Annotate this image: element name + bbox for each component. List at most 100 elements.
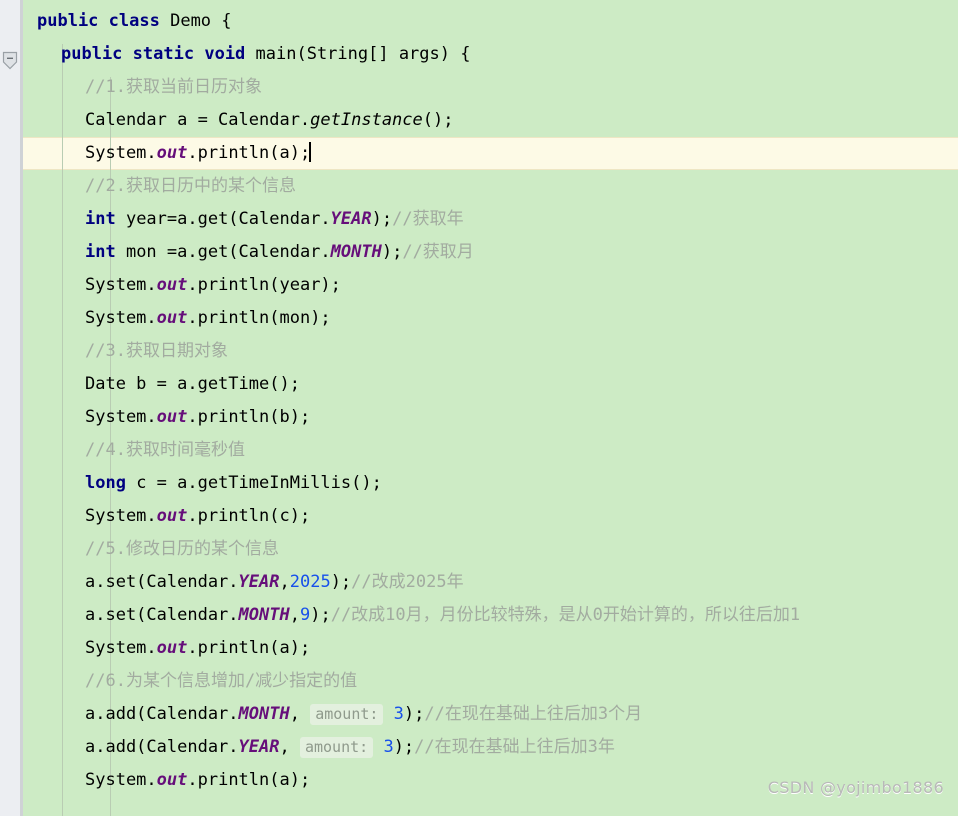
code-text: , — [289, 605, 300, 625]
editor-gutter[interactable] — [0, 0, 20, 816]
code-text: .println(a); — [187, 143, 311, 163]
code-text: a.set(Calendar. — [85, 605, 239, 625]
code-static-field: out — [156, 308, 188, 328]
code-text: System. — [85, 275, 157, 295]
code-text: .println(c); — [187, 506, 311, 526]
code-text: Demo { — [159, 11, 232, 31]
code-line[interactable]: //6.为某个信息增加/减少指定的值 — [23, 665, 958, 698]
code-static-field: YEAR — [330, 209, 372, 229]
code-line[interactable]: public static void main(String[] args) { — [23, 38, 958, 71]
code-static-field: out — [156, 638, 188, 658]
code-line[interactable]: System.out.println(b); — [23, 401, 958, 434]
code-text: System. — [85, 308, 157, 328]
code-static-field: MONTH — [238, 605, 290, 625]
code-text: , — [279, 572, 290, 592]
parameter-hint: amount: — [310, 704, 384, 725]
code-comment: //改成2025年 — [351, 572, 464, 592]
code-text: ); — [330, 572, 352, 592]
code-line[interactable]: System.out.println(c); — [23, 500, 958, 533]
code-comment: //6.为某个信息增加/减少指定的值 — [85, 671, 358, 691]
code-static-field: MONTH — [330, 242, 382, 262]
code-text: System. — [85, 143, 157, 163]
code-line[interactable]: System.out.println(year); — [23, 269, 958, 302]
code-static-field: out — [156, 275, 188, 295]
code-static-method: getInstance — [310, 110, 423, 130]
code-static-field: MONTH — [238, 704, 290, 724]
code-static-field: out — [156, 143, 188, 163]
code-line[interactable]: long c = a.getTimeInMillis(); — [23, 467, 958, 500]
code-static-field: out — [156, 407, 188, 427]
code-keyword: public — [61, 44, 123, 64]
code-text: System. — [85, 506, 157, 526]
code-line[interactable]: System.out.println(a); — [23, 137, 958, 170]
code-line[interactable]: //4.获取时间毫秒值 — [23, 434, 958, 467]
code-line[interactable]: a.set(Calendar.YEAR,2025);//改成2025年 — [23, 566, 958, 599]
code-line[interactable]: Calendar a = Calendar.getInstance(); — [23, 104, 958, 137]
code-line[interactable]: //1.获取当前日历对象 — [23, 71, 958, 104]
code-text: ); — [403, 704, 425, 724]
code-keyword: public — [37, 11, 99, 31]
parameter-hint: amount: — [299, 737, 374, 758]
code-comment: //3.获取日期对象 — [85, 341, 228, 361]
code-line[interactable]: a.add(Calendar.MONTH, amount: 3);//在现在基础… — [23, 698, 958, 731]
code-number: 9 — [299, 605, 311, 625]
code-line[interactable]: public class Demo { — [23, 5, 958, 38]
code-comment: //在现在基础上往后加3个月 — [424, 704, 643, 724]
code-line[interactable]: System.out.println(a); — [23, 632, 958, 665]
code-editor[interactable]: public class Demo {public static void ma… — [0, 0, 958, 816]
code-keyword: void — [204, 44, 246, 64]
code-text: .println(mon); — [187, 308, 331, 328]
code-text: a.set(Calendar. — [85, 572, 239, 592]
code-text: .println(a); — [187, 770, 311, 790]
code-text: main(String[] args) { — [245, 44, 471, 64]
code-text: a.add(Calendar. — [85, 704, 239, 724]
code-static-field: out — [156, 770, 188, 790]
code-line[interactable]: Date b = a.getTime(); — [23, 368, 958, 401]
code-comment: //获取月 — [402, 242, 474, 262]
code-line[interactable]: //2.获取日历中的某个信息 — [23, 170, 958, 203]
code-line[interactable]: int year=a.get(Calendar.YEAR);//获取年 — [23, 203, 958, 236]
code-keyword: static — [132, 44, 195, 64]
code-text: .println(a); — [187, 638, 311, 658]
code-comment: //2.获取日历中的某个信息 — [85, 176, 296, 196]
code-text: ); — [393, 737, 415, 757]
code-static-field: out — [156, 506, 188, 526]
code-line[interactable]: //3.获取日期对象 — [23, 335, 958, 368]
code-surface[interactable]: public class Demo {public static void ma… — [23, 0, 958, 816]
code-text: .println(b); — [187, 407, 311, 427]
code-line[interactable]: a.add(Calendar.YEAR, amount: 3);//在现在基础上… — [23, 731, 958, 764]
code-text: .println(year); — [187, 275, 341, 295]
code-line[interactable]: int mon =a.get(Calendar.MONTH);//获取月 — [23, 236, 958, 269]
code-text: System. — [85, 638, 157, 658]
code-line[interactable]: a.set(Calendar.MONTH,9);//改成10月，月份比较特殊，是… — [23, 599, 958, 632]
code-text: (); — [422, 110, 454, 130]
code-text: ); — [371, 209, 393, 229]
code-line-list[interactable]: public class Demo {public static void ma… — [23, 0, 958, 797]
code-text: , — [279, 737, 300, 757]
code-line[interactable]: System.out.println(mon); — [23, 302, 958, 335]
code-keyword: class — [108, 11, 160, 31]
code-number: 2025 — [289, 572, 331, 592]
code-comment: //4.获取时间毫秒值 — [85, 440, 245, 460]
code-text: ); — [310, 605, 331, 625]
code-text: c = a.getTimeInMillis(); — [125, 473, 382, 493]
code-number: 3 — [393, 704, 404, 724]
fold-collapse-icon[interactable] — [2, 50, 18, 70]
text-caret — [309, 142, 312, 162]
code-static-field: YEAR — [238, 737, 280, 757]
code-text: Calendar a = Calendar. — [85, 110, 311, 130]
code-line[interactable]: //5.修改日历的某个信息 — [23, 533, 958, 566]
code-text: mon =a.get(Calendar. — [115, 242, 331, 262]
code-text: ); — [381, 242, 403, 262]
code-static-field: YEAR — [238, 572, 280, 592]
code-keyword: int — [85, 209, 116, 229]
code-comment: //获取年 — [392, 209, 464, 229]
code-text: System. — [85, 407, 157, 427]
code-keyword: long — [85, 473, 126, 493]
code-text: a.add(Calendar. — [85, 737, 239, 757]
code-comment: //改成10月，月份比较特殊，是从0开始计算的，所以往后加1 — [330, 605, 801, 625]
